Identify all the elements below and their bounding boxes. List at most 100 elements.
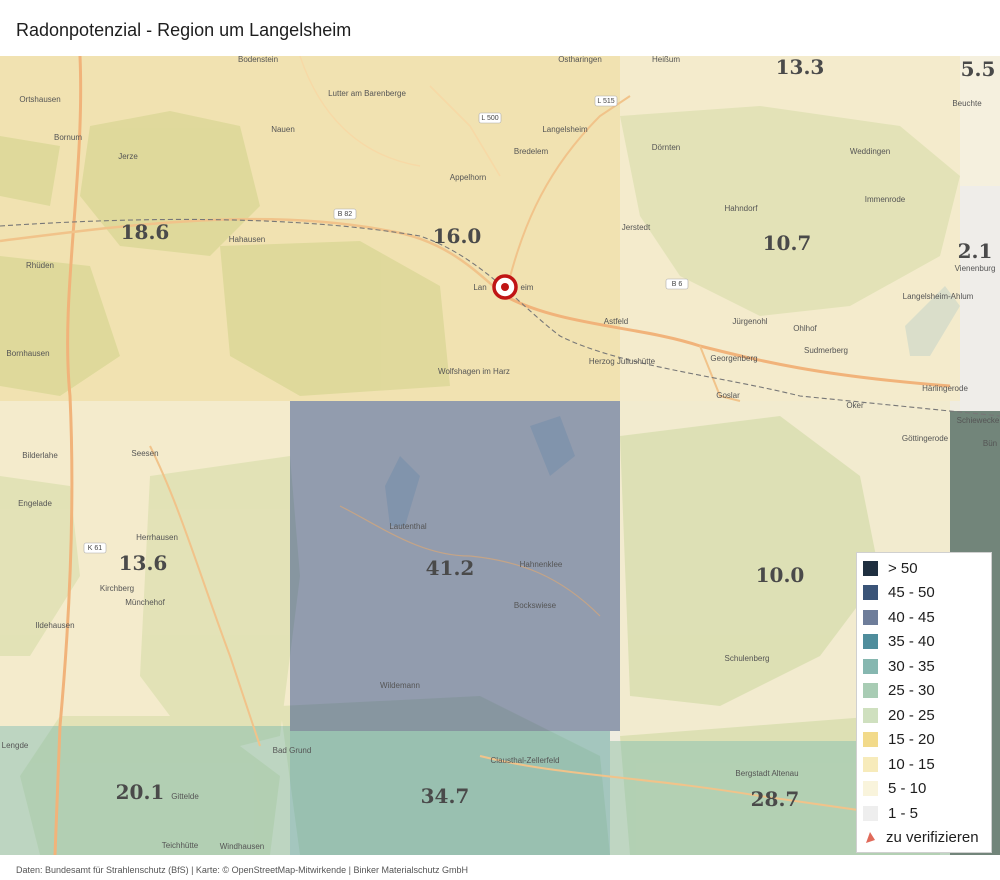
place-label: Georgenberg	[710, 354, 757, 363]
place-label: Appelhorn	[450, 173, 486, 182]
map-legend: > 50 45 - 50 40 - 45 35 - 40 30 - 35 25 - 30 2…	[856, 552, 992, 853]
legend-label: 30 - 35	[888, 657, 935, 675]
road-label: B 82	[338, 211, 353, 218]
place-label: Lan	[473, 283, 486, 292]
place-label: Nauen	[271, 125, 295, 134]
place-label: Bredelem	[514, 147, 549, 156]
legend-label-verify: zu verifizieren	[886, 829, 979, 847]
radon-value-label: 10.7	[763, 231, 812, 255]
place-label: Rhüden	[26, 261, 54, 270]
legend-label: 15 - 20	[888, 731, 935, 749]
place-label: Bün	[983, 439, 997, 448]
radon-value-label: 18.6	[121, 220, 170, 244]
legend-label: 10 - 15	[888, 755, 935, 773]
place-label: Beuchte	[952, 99, 982, 108]
place-label: Schiewecke	[957, 416, 1000, 425]
place-label: Ohlhof	[793, 324, 817, 333]
target-marker-icon[interactable]	[492, 274, 518, 300]
place-label: Herrhausen	[136, 533, 178, 542]
place-label: Immenrode	[865, 195, 906, 204]
place-label: Heißum	[652, 56, 680, 64]
place-label: Sudmerberg	[804, 346, 848, 355]
place-label: Vienenburg	[955, 264, 996, 273]
attribution-footer: Daten: Bundesamt für Strahlenschutz (BfS…	[16, 865, 468, 875]
legend-item: 35 - 40	[857, 630, 991, 655]
place-label: Hahausen	[229, 235, 265, 244]
place-label: Ostharingen	[558, 56, 602, 64]
radon-value-label: 2.1	[958, 239, 993, 263]
map-canvas[interactable]: Bodenstein Ostharingen Heißum Beuchte Lutter…	[0, 56, 1000, 855]
place-label: Lautenthal	[389, 522, 427, 531]
place-label: Wolfshagen im Harz	[438, 367, 510, 376]
legend-item: 20 - 25	[857, 703, 991, 728]
place-label: Oker	[846, 401, 864, 410]
place-label: eim	[521, 283, 534, 292]
legend-item: 5 - 10	[857, 777, 991, 802]
legend-item: > 50	[857, 556, 991, 581]
legend-label: 5 - 10	[888, 780, 927, 798]
place-label: Seesen	[131, 449, 158, 458]
place-label: Bergstadt Altenau	[735, 769, 798, 778]
radon-value-label: 20.1	[116, 780, 165, 804]
place-label: Wildemann	[380, 681, 420, 690]
place-label: Jürgenohl	[732, 317, 767, 326]
road-shield: L 515	[594, 95, 618, 107]
place-label: Kirchberg	[100, 584, 134, 593]
map-view[interactable]: Bodenstein Ostharingen Heißum Beuchte Lutter…	[0, 56, 1000, 855]
place-label: Engelade	[18, 499, 52, 508]
legend-swatch	[863, 585, 878, 601]
place-label: Bodenstein	[238, 56, 278, 64]
road-label: L 515	[597, 98, 614, 105]
legend-label: 35 - 40	[888, 633, 935, 651]
place-label: Hahnenklee	[520, 560, 563, 569]
road-label: B 6	[672, 281, 683, 288]
legend-swatch	[863, 732, 878, 748]
place-label: Lutter am Barenberge	[328, 89, 406, 98]
place-label: Jerze	[118, 152, 138, 161]
legend-swatch	[863, 756, 878, 772]
road-shield: B 6	[665, 278, 689, 290]
place-label: Härlingerode	[922, 384, 968, 393]
place-label: Göttingerode	[902, 434, 949, 443]
legend-swatch	[863, 707, 878, 723]
legend-swatch	[863, 560, 878, 576]
legend-label: 1 - 5	[888, 804, 919, 822]
legend-item: 45 - 50	[857, 581, 991, 606]
place-label: Goslar	[716, 391, 740, 400]
place-label: Lengde	[2, 741, 29, 750]
legend-swatch	[863, 683, 878, 699]
place-label: Clausthal-Zellerfeld	[491, 756, 560, 765]
legend-item: 10 - 15	[857, 752, 991, 777]
radon-value-label: 16.0	[433, 224, 482, 248]
legend-item: 30 - 35	[857, 654, 991, 679]
place-label: Ortshausen	[19, 95, 60, 104]
place-label: Bockswiese	[514, 601, 557, 610]
road-shield: L 500	[478, 112, 502, 124]
place-label: Jerstedt	[622, 223, 651, 232]
place-label: Hahndorf	[725, 204, 759, 213]
place-label: Bad Grund	[273, 746, 312, 755]
radon-value-label: 13.3	[776, 56, 825, 79]
legend-label: 25 - 30	[888, 682, 935, 700]
road-label: L 500	[481, 115, 498, 122]
place-label: Dörnten	[652, 143, 680, 152]
triangle-marker-icon	[866, 832, 875, 844]
legend-swatch	[863, 634, 878, 650]
radon-value-label: 34.7	[421, 784, 470, 808]
legend-swatch	[863, 609, 878, 625]
place-label: Herzog Juliushütte	[589, 357, 656, 366]
place-label: Weddingen	[850, 147, 890, 156]
radon-cell	[620, 56, 960, 401]
radon-value-label: 28.7	[751, 787, 800, 811]
place-label: Schulenberg	[725, 654, 770, 663]
legend-label: 45 - 50	[888, 584, 935, 602]
legend-label: > 50	[888, 559, 918, 577]
legend-label: 20 - 25	[888, 706, 935, 724]
radon-value-label: 13.6	[119, 551, 168, 575]
legend-swatch	[863, 781, 878, 797]
place-label: Gittelde	[171, 792, 199, 801]
legend-item: 1 - 5	[857, 801, 991, 826]
place-label: Teichhütte	[162, 841, 199, 850]
place-label: Windhausen	[220, 842, 264, 851]
legend-item: 15 - 20	[857, 728, 991, 753]
